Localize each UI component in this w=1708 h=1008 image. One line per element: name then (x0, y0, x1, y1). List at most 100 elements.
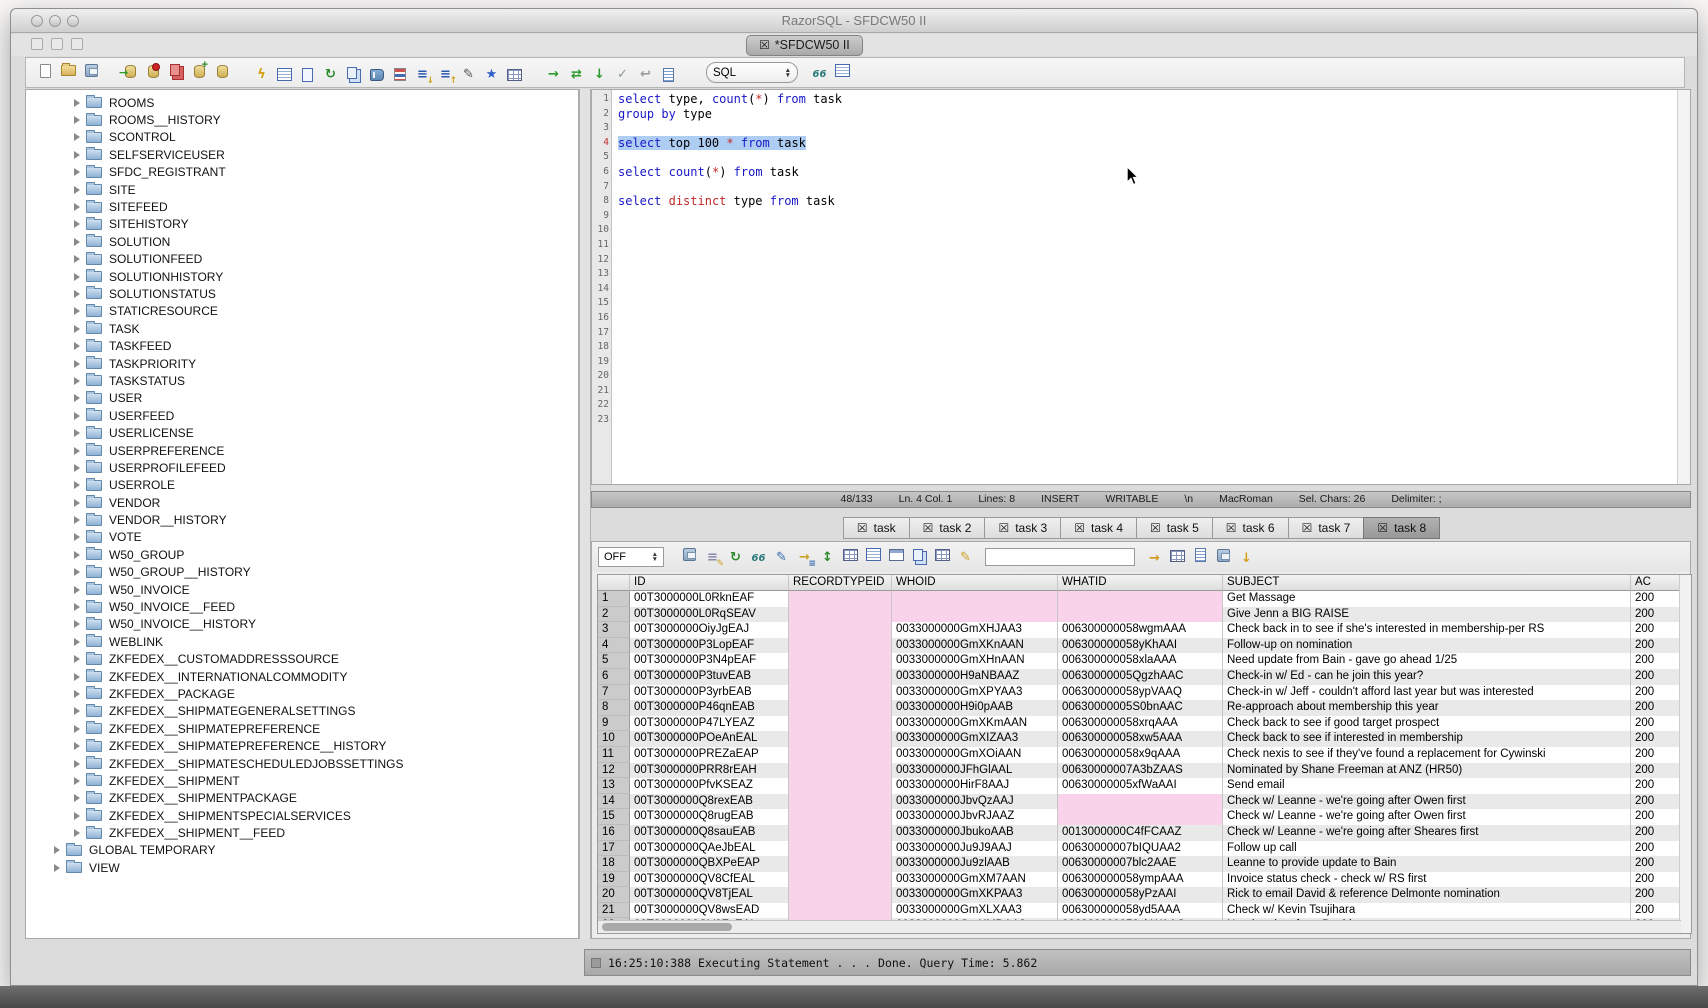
grid-row-11[interactable]: 1100T3000000PREZaEAP0033000000GmXOiAAN00… (598, 747, 1681, 763)
tree-item-task[interactable]: TASK (26, 320, 578, 337)
grid-row-3[interactable]: 300T3000000OiyJgEAJ0033000000GmXHJAA3006… (598, 622, 1681, 638)
doc-notes-icon[interactable] (659, 66, 678, 84)
tree-item-weblink[interactable]: WEBLINK (26, 633, 578, 650)
cell-ac[interactable]: 200 (1631, 607, 1681, 623)
cell-whoid[interactable]: 0033000000GmXM7AAN (892, 872, 1058, 888)
pen-blue-icon[interactable]: ✎ (772, 549, 791, 567)
tree-item-vote[interactable]: VOTE (26, 529, 578, 546)
cell-ac[interactable]: 200 (1631, 841, 1681, 857)
grid-row-12[interactable]: 1200T3000000PRR8rEAH0033000000JFhGlAAL00… (598, 763, 1681, 779)
grid-row-5[interactable]: 500T3000000P3N4pEAF0033000000GmXHnAAN006… (598, 653, 1681, 669)
result-tab-task-4[interactable]: ☒task 4 (1060, 517, 1137, 539)
cell-id[interactable]: 00T3000000P46qnEAB (630, 700, 789, 716)
cell-rtid[interactable] (789, 809, 892, 825)
cell-subject[interactable]: Check w/ Leanne - we're going after Shea… (1223, 825, 1631, 841)
expand-triangle-icon[interactable] (74, 447, 80, 455)
cell-id[interactable]: 00T3000000OiyJgEAJ (630, 622, 789, 638)
db-icon[interactable] (213, 62, 232, 80)
download-icon[interactable]: ↓ (1237, 550, 1256, 568)
cell-subject[interactable]: Send email (1223, 778, 1631, 794)
expand-triangle-icon[interactable] (74, 342, 80, 350)
arrow-down-icon[interactable]: ↓ (590, 66, 609, 84)
cell-id[interactable]: 00T3000000P3LopEAF (630, 638, 789, 654)
expand-triangle-icon[interactable] (74, 551, 80, 559)
tree-item-zkfedex-shipmategeneralsettings[interactable]: ZKFEDEX__SHIPMATEGENERALSETTINGS (26, 703, 578, 720)
result-tab-task-3[interactable]: ☒task 3 (984, 517, 1061, 539)
tree-item-userrole[interactable]: USERROLE (26, 477, 578, 494)
expand-triangle-icon[interactable] (74, 794, 80, 802)
cell-num[interactable]: 6 (598, 669, 630, 685)
cell-whoid[interactable]: 0033000000JbvQzAAJ (892, 794, 1058, 810)
expand-triangle-icon[interactable] (74, 325, 80, 333)
tree-item-sitehistory[interactable]: SITEHISTORY (26, 216, 578, 233)
tree-item-scontrol[interactable]: SCONTROL (26, 129, 578, 146)
cell-subject[interactable]: Need update from Bain - gave go ahead 1/… (1223, 653, 1631, 669)
result-tab-task-7[interactable]: ☒task 7 (1288, 517, 1365, 539)
cell-whoid[interactable]: 0033000000GmXLXAA3 (892, 903, 1058, 919)
book-help-icon[interactable] (367, 66, 386, 84)
expand-triangle-icon[interactable] (74, 533, 80, 541)
cell-num[interactable]: 7 (598, 685, 630, 701)
cell-whatid[interactable]: 006300000058xrqAAA (1058, 716, 1223, 732)
cell-ac[interactable]: 200 (1631, 872, 1681, 888)
cell-rtid[interactable] (789, 887, 892, 903)
cell-rtid[interactable] (789, 794, 892, 810)
tree-item-zkfedex-shipmatepreference-history[interactable]: ZKFEDEX__SHIPMATEPREFERENCE__HISTORY (26, 737, 578, 754)
cell-whatid[interactable]: 006300000058wgmAAA (1058, 622, 1223, 638)
tab-close-icon[interactable]: ☒ (1226, 521, 1237, 535)
tree-item-w50-invoice-feed[interactable]: W50_INVOICE__FEED (26, 598, 578, 615)
grid-row-1[interactable]: 100T3000000L0RknEAFGet Massage200 (598, 591, 1681, 607)
cell-num[interactable]: 8 (598, 700, 630, 716)
cell-whoid[interactable]: 0033000000HirF8AAJ (892, 778, 1058, 794)
tree-item-staticresource[interactable]: STATICRESOURCE (26, 303, 578, 320)
expand-triangle-icon[interactable] (74, 707, 80, 715)
cell-id[interactable]: 00T3000000P3N4pEAF (630, 653, 789, 669)
edit-pen-icon[interactable]: ✎ (459, 66, 478, 84)
expand-triangle-icon[interactable] (74, 586, 80, 594)
document-tab[interactable]: ☒*SFDCW50 II (746, 35, 863, 56)
cell-ac[interactable]: 200 (1631, 685, 1681, 701)
search-marker-icon[interactable]: ✎ (956, 549, 975, 567)
sql-editor[interactable]: 1234567891011121314151617181920212223 se… (591, 89, 1691, 485)
cell-id[interactable]: 00T3000000P3tuvEAB (630, 669, 789, 685)
cell-subject[interactable]: Check w/ Leanne - we're going after Owen… (1223, 794, 1631, 810)
cell-whoid[interactable] (892, 607, 1058, 623)
tree-item-solutionfeed[interactable]: SOLUTIONFEED (26, 251, 578, 268)
list-colored-icon[interactable] (390, 66, 409, 84)
cell-id[interactable]: 00T3000000L0RqSEAV (630, 607, 789, 623)
cell-ac[interactable]: 200 (1631, 887, 1681, 903)
expand-triangle-icon[interactable] (74, 99, 80, 107)
cell-num[interactable]: 12 (598, 763, 630, 779)
cell-rtid[interactable] (789, 841, 892, 857)
expand-triangle-icon[interactable] (74, 673, 80, 681)
describe-list-icon[interactable] (275, 66, 294, 84)
cell-whatid[interactable]: 006300000058yd5AAA (1058, 903, 1223, 919)
quotes-convert-icon[interactable]: 66 (810, 66, 829, 84)
cell-whatid[interactable]: 006300000058ympAAA (1058, 872, 1223, 888)
tree-item-site[interactable]: SITE (26, 181, 578, 198)
column-header-id[interactable]: ID (630, 575, 789, 591)
cell-whatid[interactable] (1058, 591, 1223, 607)
cell-rtid[interactable] (789, 607, 892, 623)
refresh-results-icon[interactable]: ↻ (726, 549, 745, 567)
cell-id[interactable]: 00T3000000L0RknEAF (630, 591, 789, 607)
cell-id[interactable]: 00T3000000QV8CfEAL (630, 872, 789, 888)
cell-subject[interactable]: Follow-up on nomination (1223, 638, 1631, 654)
cell-id[interactable]: 00T3000000PfvKSEAZ (630, 778, 789, 794)
tab-close-icon[interactable]: ☒ (857, 521, 868, 535)
cell-ac[interactable]: 200 (1631, 763, 1681, 779)
tree-item-zkfedex-shipment[interactable]: ZKFEDEX__SHIPMENT (26, 772, 578, 789)
cell-whatid[interactable]: 00630000005S0bnAAC (1058, 700, 1223, 716)
expand-triangle-icon[interactable] (74, 203, 80, 211)
expand-triangle-icon[interactable] (74, 620, 80, 628)
grid-hscroll-thumb[interactable] (602, 923, 732, 931)
cell-num[interactable]: 14 (598, 794, 630, 810)
cell-whoid[interactable]: 0033000000GmXIZAA3 (892, 731, 1058, 747)
cell-id[interactable]: 00T3000000Q8sauEAB (630, 825, 789, 841)
connect-db-icon[interactable] (121, 62, 140, 80)
execute-lightning-icon[interactable]: ϟ (252, 66, 271, 84)
cell-subject[interactable]: Check-in w/ Jeff - couldn't afford last … (1223, 685, 1631, 701)
expand-triangle-icon[interactable] (74, 133, 80, 141)
cell-id[interactable]: 00T3000000QV8TjEAL (630, 887, 789, 903)
grid-row-15[interactable]: 1500T3000000Q8rugEAB0033000000JbvRJAAZCh… (598, 809, 1681, 825)
